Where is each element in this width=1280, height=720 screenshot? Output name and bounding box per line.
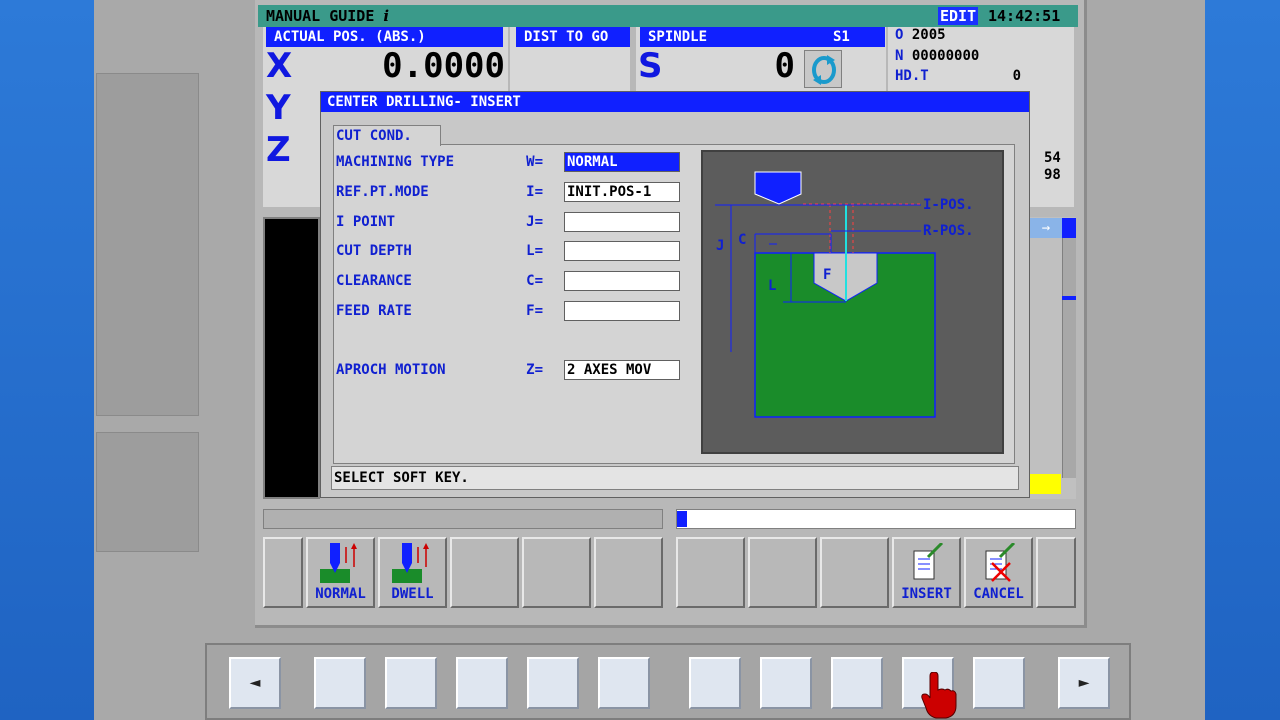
hardkey-1[interactable] xyxy=(314,657,366,709)
desktop-right xyxy=(1205,0,1280,720)
softkey-normal-label: NORMAL xyxy=(315,586,366,602)
softkey-blank-1[interactable] xyxy=(450,537,519,608)
i-point-field[interactable] xyxy=(564,212,680,232)
arrow-left-icon: ◄ xyxy=(249,672,261,693)
hardkey-4[interactable] xyxy=(527,657,579,709)
program-number: O 2005 xyxy=(895,27,946,43)
field-label-feed-rate: FEED RATE xyxy=(336,303,412,319)
label-f: F xyxy=(823,267,832,283)
axis-x-label: X xyxy=(266,46,293,86)
label-r-pos: R-POS. xyxy=(923,223,974,239)
axis-x-value: 0.0000 xyxy=(382,46,505,86)
position-header: ACTUAL POS. (ABS.) xyxy=(266,27,503,47)
ref-pt-mode-field[interactable]: INIT.POS-1 xyxy=(564,182,680,202)
hardkey-10[interactable] xyxy=(973,657,1025,709)
field-label-ref-pt-mode: REF.PT.MODE xyxy=(336,184,429,200)
field-letter-f: F= xyxy=(526,303,543,319)
message-bar: SELECT SOFT KEY. xyxy=(331,466,1019,490)
insert-doc-icon xyxy=(913,543,944,580)
hardkey-right[interactable]: ► xyxy=(1058,657,1110,709)
drilling-diagram: I-POS. R-POS. J C L F xyxy=(701,150,1004,454)
dialog-title: CENTER DRILLING- INSERT xyxy=(321,92,1029,112)
tab-cut-cond[interactable]: CUT COND. xyxy=(333,125,441,146)
aproch-motion-field[interactable]: 2 AXES MOV xyxy=(564,360,680,380)
side-bar-marker xyxy=(1062,218,1076,238)
spindle-header: SPINDLE S1 xyxy=(640,27,885,47)
softkey-cancel[interactable]: CANCEL xyxy=(964,537,1033,608)
hardkey-5[interactable] xyxy=(598,657,650,709)
bezel-panel-upper xyxy=(96,73,199,416)
hardkey-8[interactable] xyxy=(831,657,883,709)
center-drilling-dialog: CENTER DRILLING- INSERT CUT COND. MACHIN… xyxy=(320,91,1030,498)
field-letter-w: W= xyxy=(526,154,543,170)
left-display-area xyxy=(263,217,320,499)
side-scroll-indicator xyxy=(1062,296,1076,300)
sequence-number: N 00000000 xyxy=(895,48,980,64)
tool-holder-shape xyxy=(754,171,802,205)
softkey-cancel-label: CANCEL xyxy=(973,586,1024,602)
field-label-machining-type: MACHINING TYPE xyxy=(336,154,455,170)
mode-badge: EDIT xyxy=(938,7,979,25)
softkey-blank-3[interactable] xyxy=(594,537,663,608)
feed-rate-field[interactable] xyxy=(564,301,680,321)
softkey-normal[interactable]: NORMAL xyxy=(306,537,375,608)
cut-depth-field[interactable] xyxy=(564,241,680,261)
arrow-right-icon: → xyxy=(1030,218,1062,238)
app-title: MANUAL GUIDE i xyxy=(266,7,390,25)
desktop-left xyxy=(0,0,94,720)
spindle-rotation-icon xyxy=(804,50,842,88)
field-label-aproch-motion: APROCH MOTION xyxy=(336,362,446,378)
title-bar: MANUAL GUIDE i EDIT 14:42:51 xyxy=(258,5,1078,27)
softkey-blank-2[interactable] xyxy=(522,537,591,608)
input-status-bar xyxy=(263,509,663,529)
drill-dwell-icon xyxy=(392,543,429,583)
machining-type-field[interactable]: NORMAL xyxy=(564,152,680,172)
field-letter-l: L= xyxy=(526,243,543,259)
cancel-doc-icon xyxy=(985,543,1016,582)
hand-pointer-icon xyxy=(921,672,957,719)
softkey-insert-label: INSERT xyxy=(901,586,952,602)
clock: 14:42:51 xyxy=(988,7,1061,25)
input-cursor xyxy=(677,511,687,527)
softkey-blank-5[interactable] xyxy=(748,537,817,608)
softkey-dwell-label: DWELL xyxy=(391,586,434,602)
axis-y-label: Y xyxy=(266,88,291,128)
field-letter-i: I= xyxy=(526,184,543,200)
side-scroll-track[interactable] xyxy=(1062,238,1076,478)
label-c: C xyxy=(738,232,747,248)
field-letter-z: Z= xyxy=(526,362,543,378)
hardkey-3[interactable] xyxy=(456,657,508,709)
dist-header: DIST TO GO xyxy=(516,27,630,47)
drill-normal-icon xyxy=(320,543,357,583)
status-yellow-indicator xyxy=(1030,474,1061,494)
softkey-return[interactable] xyxy=(263,537,303,608)
axis-z-label: Z xyxy=(266,130,291,170)
softkey-blank-4[interactable] xyxy=(676,537,745,608)
field-letter-j: J= xyxy=(526,214,543,230)
spindle-value: 0 xyxy=(774,46,795,86)
hardkey-6[interactable] xyxy=(689,657,741,709)
softkey-blank-6[interactable] xyxy=(820,537,889,608)
key-input-buffer[interactable] xyxy=(676,509,1076,529)
softkey-dwell[interactable]: DWELL xyxy=(378,537,447,608)
label-j: J xyxy=(716,238,725,254)
field-label-clearance: CLEARANCE xyxy=(336,273,412,289)
arrow-right-key-icon: ► xyxy=(1078,672,1090,693)
clearance-field[interactable] xyxy=(564,271,680,291)
head-tool: HD.T 0 xyxy=(895,68,1021,84)
field-label-i-point: I POINT xyxy=(336,214,396,230)
hardkey-7[interactable] xyxy=(760,657,812,709)
spindle-axis-label: S xyxy=(638,46,663,86)
field-letter-c: C= xyxy=(526,273,543,289)
hardkey-left[interactable]: ◄ xyxy=(229,657,281,709)
info-value-2: 98 xyxy=(1044,167,1061,183)
hardkey-2[interactable] xyxy=(385,657,437,709)
field-label-cut-depth: CUT DEPTH xyxy=(336,243,412,259)
bezel-panel-lower xyxy=(96,432,199,552)
info-value-1: 54 xyxy=(1044,150,1061,166)
softkey-insert[interactable]: INSERT xyxy=(892,537,961,608)
label-l: L xyxy=(768,278,777,294)
label-i-pos: I-POS. xyxy=(923,197,974,213)
softkey-next[interactable] xyxy=(1036,537,1076,608)
